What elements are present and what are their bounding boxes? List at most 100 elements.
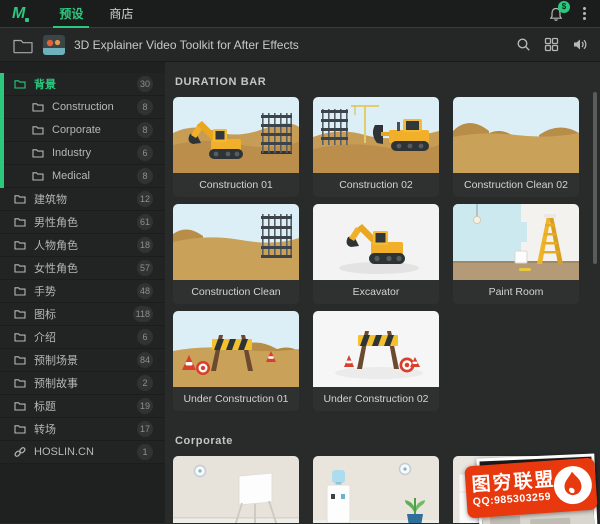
- folder-icon: [14, 355, 26, 365]
- sidebar-item-icons[interactable]: 图标 118: [0, 303, 165, 326]
- count-badge: 6: [137, 145, 153, 161]
- section-title-corporate: Corporate: [175, 435, 592, 447]
- preset-card-construction-02[interactable]: Construction 02: [313, 97, 439, 197]
- sidebar-item-titles[interactable]: 标题 19: [0, 395, 165, 418]
- sound-icon[interactable]: [572, 37, 588, 52]
- preset-card-construction-01[interactable]: Construction 01: [173, 97, 299, 197]
- count-badge: 19: [137, 398, 153, 414]
- preset-card-corporate-1[interactable]: [173, 456, 299, 523]
- sidebar-item-label: 背景: [34, 76, 56, 92]
- presets-panel: DURATION BAR: [165, 62, 600, 523]
- sidebar: 背景 30 Construction 8 Corporate 8 Industr…: [0, 62, 165, 523]
- count-badge: 12: [137, 191, 153, 207]
- sidebar-item-hoslin-link[interactable]: HOSLIN.CN 1: [0, 441, 165, 464]
- count-badge: 17: [137, 421, 153, 437]
- sidebar-item-male-characters[interactable]: 男性角色 61: [0, 211, 165, 234]
- excavator-thumbnail: [313, 204, 439, 280]
- folder-icon: [32, 102, 44, 112]
- preset-card-label: Construction Clean: [173, 280, 299, 304]
- sidebar-item-label: Construction: [52, 101, 114, 113]
- sidebar-item-label: 图标: [34, 306, 56, 322]
- tab-store[interactable]: 商店: [105, 0, 137, 28]
- count-badge: 61: [137, 214, 153, 230]
- sidebar-item-transitions[interactable]: 转场 17: [0, 418, 165, 441]
- folder-icon: [14, 217, 26, 227]
- grid-view-icon[interactable]: [544, 37, 559, 52]
- folder-icon: [14, 79, 26, 89]
- folder-icon: [32, 171, 44, 181]
- preset-card-label: Construction 02: [313, 173, 439, 197]
- section-title-duration-bar: DURATION BAR: [175, 76, 592, 88]
- toolkit-thumbnail[interactable]: [43, 35, 65, 55]
- sidebar-item-label: 女性角色: [34, 260, 78, 276]
- sidebar-item-label: Industry: [52, 147, 91, 159]
- preset-card-under-construction-01[interactable]: Under Construction 01: [173, 311, 299, 411]
- dollar-badge: $: [558, 1, 570, 13]
- preset-card-corporate-2[interactable]: [313, 456, 439, 523]
- under-construction-02-thumbnail: [313, 311, 439, 387]
- vertical-scrollbar[interactable]: [593, 92, 597, 264]
- duration-bar-grid: Construction 01: [173, 97, 592, 411]
- preset-card-construction-clean[interactable]: Construction Clean: [173, 204, 299, 304]
- sidebar-item-medical[interactable]: Medical 8: [0, 165, 165, 188]
- folder-icon[interactable]: [12, 36, 34, 54]
- sidebar-item-characters[interactable]: 人物角色 18: [0, 234, 165, 257]
- sidebar-item-label: 介绍: [34, 329, 56, 345]
- sidebar-item-label: 预制场景: [34, 352, 78, 368]
- search-icon[interactable]: [516, 37, 531, 52]
- folder-icon: [14, 378, 26, 388]
- count-badge: 1: [137, 444, 153, 460]
- count-badge: 2: [137, 375, 153, 391]
- sidebar-item-label: 手势: [34, 283, 56, 299]
- preset-card-label: Construction Clean 02: [453, 173, 579, 197]
- construction-clean-thumbnail: [173, 204, 299, 280]
- sidebar-item-construction[interactable]: Construction 8: [0, 96, 165, 119]
- preset-card-label: Paint Room: [453, 280, 579, 304]
- sidebar-item-buildings[interactable]: 建筑物 12: [0, 188, 165, 211]
- tab-presets[interactable]: 预设: [55, 0, 87, 28]
- sidebar-item-premade-stories[interactable]: 预制故事 2: [0, 372, 165, 395]
- corporate-2-thumbnail: [313, 456, 439, 523]
- sidebar-item-label: HOSLIN.CN: [34, 446, 94, 458]
- preset-card-label: Under Construction 02: [313, 387, 439, 411]
- sidebar-item-industry[interactable]: Industry 6: [0, 142, 165, 165]
- sidebar-item-label: Corporate: [52, 124, 101, 136]
- sidebar-item-label: 人物角色: [34, 237, 78, 253]
- count-badge: 118: [133, 306, 153, 322]
- preset-card-under-construction-02[interactable]: Under Construction 02: [313, 311, 439, 411]
- sidebar-item-gestures[interactable]: 手势 48: [0, 280, 165, 303]
- sidebar-item-label: 男性角色: [34, 214, 78, 230]
- count-badge: 8: [137, 122, 153, 138]
- kebab-menu-icon[interactable]: [581, 5, 588, 22]
- count-badge: 6: [137, 329, 153, 345]
- sidebar-item-backgrounds[interactable]: 背景 30: [0, 73, 165, 96]
- paint-room-thumbnail: [453, 204, 579, 280]
- sidebar-item-intros[interactable]: 介绍 6: [0, 326, 165, 349]
- construction-01-thumbnail: [173, 97, 299, 173]
- preset-card-construction-clean-02[interactable]: Construction Clean 02: [453, 97, 579, 197]
- sidebar-item-label: 转场: [34, 421, 56, 437]
- sidebar-item-label: 标题: [34, 398, 56, 414]
- sidebar-item-premade-scenes[interactable]: 预制场景 84: [0, 349, 165, 372]
- sidebar-group-backgrounds: 背景 30 Construction 8 Corporate 8 Industr…: [0, 73, 165, 188]
- construction-02-thumbnail: [313, 97, 439, 173]
- watermark-banner: 图穷联盟 QQ:985303259: [464, 458, 597, 519]
- notifications-bell-icon[interactable]: $: [547, 5, 565, 23]
- folder-icon: [14, 401, 26, 411]
- count-badge: 84: [137, 352, 153, 368]
- sidebar-item-female-characters[interactable]: 女性角色 57: [0, 257, 165, 280]
- motionbro-logo[interactable]: M: [12, 5, 25, 23]
- count-badge: 48: [137, 283, 153, 299]
- sidebar-item-label: 预制故事: [34, 375, 78, 391]
- preset-card-paint-room[interactable]: Paint Room: [453, 204, 579, 304]
- sidebar-item-label: Medical: [52, 170, 90, 182]
- folder-icon: [14, 332, 26, 342]
- count-badge: 8: [137, 168, 153, 184]
- sidebar-item-corporate[interactable]: Corporate 8: [0, 119, 165, 142]
- construction-clean-02-thumbnail: [453, 97, 579, 173]
- preset-card-excavator[interactable]: Excavator: [313, 204, 439, 304]
- link-icon: [14, 446, 26, 458]
- folder-icon: [14, 240, 26, 250]
- folder-icon: [14, 424, 26, 434]
- folder-icon: [32, 148, 44, 158]
